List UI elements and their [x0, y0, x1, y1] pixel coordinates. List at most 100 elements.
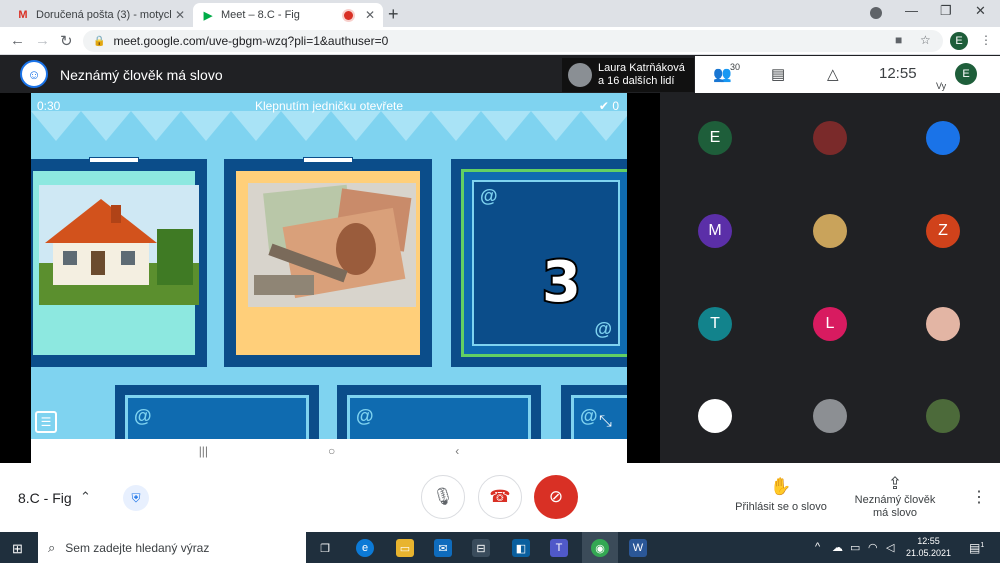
edge-icon[interactable]: e: [356, 539, 374, 557]
url-text: meet.google.com/uve-gbgm-wzq?pli=1&authu…: [113, 34, 389, 48]
store-icon[interactable]: ⊟: [472, 539, 490, 557]
leave-call-button[interactable]: ☎: [478, 475, 522, 519]
forward-icon[interactable]: →: [35, 32, 50, 49]
reload-icon[interactable]: ↻: [60, 32, 73, 50]
game-screen: 0:30 Klepnutím jedničku otevřete ✔ 0 @ @…: [31, 93, 627, 439]
profile-avatar[interactable]: E: [950, 32, 968, 50]
tray-chevron-icon[interactable]: ^: [815, 541, 820, 553]
onedrive-icon[interactable]: ☁: [832, 541, 843, 554]
presenter-others: a 16 dalších lidí: [598, 75, 675, 87]
collapse-fullscreen-icon[interactable]: ⤡: [599, 413, 612, 431]
self-avatar: E: [955, 63, 977, 85]
participant-avatar[interactable]: [926, 307, 960, 341]
browser-tab-bar: M Doručená pošta (3) - motyckova... ✕ ▶ …: [0, 0, 1000, 27]
participant-avatar[interactable]: T: [698, 307, 732, 341]
swirl-decoration: @: [134, 406, 152, 426]
notification-icon[interactable]: ▤1: [969, 541, 984, 555]
task-view-icon[interactable]: ❐: [316, 539, 334, 557]
presentation-stage: 0:30 Klepnutím jedničku otevřete ✔ 0 @ @…: [0, 93, 660, 463]
card-hinge: [303, 157, 353, 163]
minimize-icon[interactable]: —: [905, 3, 918, 18]
tab-search-icon[interactable]: [870, 7, 882, 19]
presenting-label-1: Neznámý člověk: [854, 494, 936, 506]
game-instruction: Klepnutím jedničku otevřete: [254, 99, 404, 113]
chat-icon[interactable]: ▤: [771, 65, 785, 83]
restore-icon[interactable]: ❐: [940, 3, 952, 19]
address-bar[interactable]: 🔒 meet.google.com/uve-gbgm-wzq?pli=1&aut…: [83, 30, 943, 52]
taskbar-search[interactable]: ⌕ Sem zadejte hledaný výraz: [38, 532, 306, 563]
card-hinge: [89, 157, 139, 163]
people-icon[interactable]: 👥: [713, 65, 732, 83]
battery-icon[interactable]: ▭: [850, 541, 860, 554]
swirl-decoration: @: [480, 186, 498, 206]
card-3[interactable]: @ @ 3: [451, 159, 627, 367]
score-value: 0: [612, 99, 619, 113]
new-tab-button[interactable]: +: [388, 4, 399, 25]
recent-apps-icon[interactable]: |||: [199, 444, 208, 458]
card-lower-1[interactable]: @: [115, 385, 319, 439]
back-nav-icon[interactable]: ‹: [455, 444, 459, 458]
tab-gmail[interactable]: M Doručená pošta (3) - motyckova... ✕: [8, 3, 193, 27]
android-nav-bar: ||| ○ ‹: [31, 439, 627, 463]
mail-icon[interactable]: ✉: [434, 539, 452, 557]
participant-avatar[interactable]: [926, 399, 960, 433]
word-icon[interactable]: W: [629, 539, 647, 557]
browser-menu-icon[interactable]: ⋮: [980, 33, 992, 47]
presenter-chip[interactable]: Laura Katrňáková a 16 dalších lidí: [562, 58, 694, 92]
hand-icon: ✋: [770, 477, 792, 496]
app-icon[interactable]: ◧: [512, 539, 530, 557]
chrome-icon[interactable]: ◉: [591, 539, 609, 557]
camera-off-button[interactable]: ⊘: [534, 475, 578, 519]
participant-avatar[interactable]: L: [813, 307, 847, 341]
card-house[interactable]: [31, 157, 207, 367]
host-controls-shield-icon[interactable]: ⛨: [123, 485, 149, 511]
more-options-icon[interactable]: ⋮: [971, 487, 987, 507]
home-icon[interactable]: ○: [328, 444, 335, 458]
close-tab-icon[interactable]: ✕: [365, 8, 375, 22]
participant-avatar[interactable]: E: [698, 121, 732, 155]
bookmark-star-icon[interactable]: ☆: [920, 33, 931, 47]
menu-icon[interactable]: ☰: [35, 411, 57, 433]
teams-icon[interactable]: T: [550, 539, 568, 557]
swirl-decoration: @: [356, 406, 374, 426]
chevron-up-icon[interactable]: ⌃: [80, 489, 91, 505]
tab-meet[interactable]: ▶ Meet – 8.C - Fig ✕: [193, 3, 383, 27]
camera-status-icon[interactable]: ■: [895, 33, 902, 47]
card-lower-3[interactable]: @: [561, 385, 627, 439]
microphone-button[interactable]: 🎙: [421, 475, 465, 519]
close-tab-icon[interactable]: ✕: [175, 8, 185, 22]
participant-avatar[interactable]: [698, 399, 732, 433]
lock-icon: 🔒: [93, 35, 106, 47]
participant-avatar[interactable]: [926, 121, 960, 155]
meeting-name[interactable]: 8.C - Fig: [18, 490, 72, 506]
activities-icon[interactable]: △: [827, 65, 839, 83]
taskbar-clock[interactable]: 12:55 21.05.2021: [906, 535, 951, 559]
card-lower-2[interactable]: @: [337, 385, 541, 439]
participant-avatar[interactable]: [813, 399, 847, 433]
notification-count: 1: [980, 542, 985, 549]
close-window-icon[interactable]: ✕: [975, 3, 986, 19]
meet-top-panel: 👥 30 ▤ △ 12:55 E Vy: [695, 56, 1000, 93]
raise-hand-button[interactable]: ✋ Přihlásit se o slovo: [735, 477, 827, 513]
windows-start-icon[interactable]: ⊞: [12, 541, 23, 557]
participant-avatar[interactable]: Z: [926, 214, 960, 248]
presenting-label-2: má slovo: [872, 507, 918, 519]
card-face: [236, 171, 420, 355]
zigzag-decoration: [31, 111, 627, 141]
browser-toolbar: ← → ↻ 🔒 meet.google.com/uve-gbgm-wzq?pli…: [0, 27, 1000, 55]
participant-avatar[interactable]: [813, 121, 847, 155]
card-money[interactable]: [224, 157, 432, 367]
back-icon[interactable]: ←: [10, 32, 25, 49]
participant-avatar[interactable]: [813, 214, 847, 248]
recording-icon: [343, 10, 353, 20]
file-explorer-icon[interactable]: ▭: [396, 539, 414, 557]
phone-hangup-icon: ☎: [489, 487, 511, 506]
volume-icon[interactable]: ◁: [886, 541, 894, 554]
microphone-icon: 🎙: [432, 487, 454, 506]
wifi-icon[interactable]: ◠: [868, 541, 878, 554]
money-image: [248, 183, 416, 307]
presentation-button[interactable]: ⇪ Neznámý člověk má slovo: [850, 475, 940, 520]
presenter-avatar: [568, 63, 592, 87]
participant-avatar[interactable]: M: [698, 214, 732, 248]
clock-time: 12:55: [917, 536, 940, 546]
